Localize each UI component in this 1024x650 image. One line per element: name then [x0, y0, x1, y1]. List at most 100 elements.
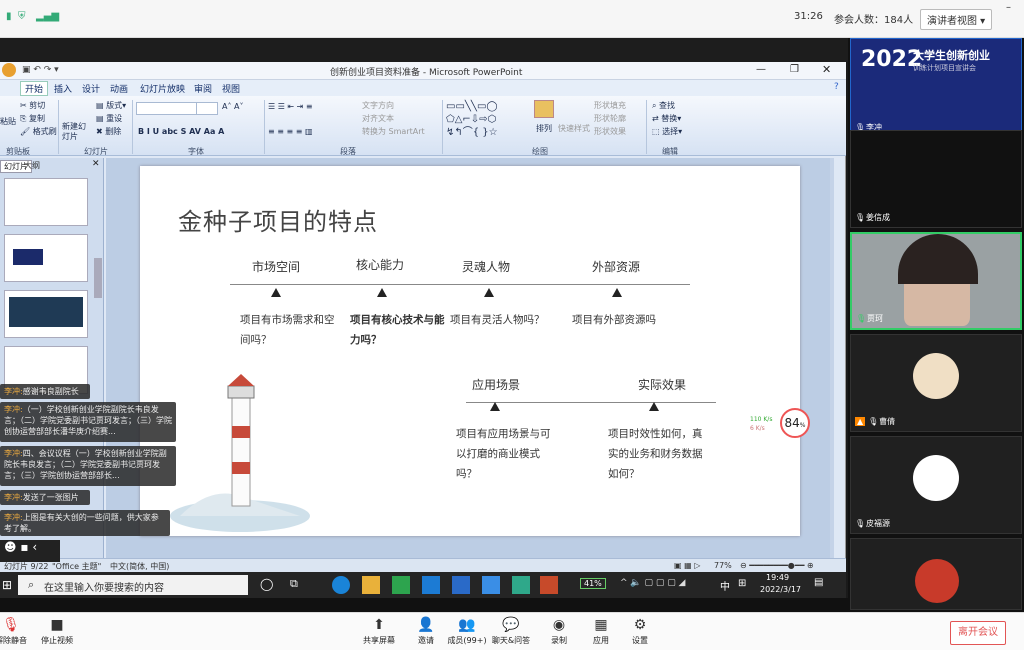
list-buttons[interactable]: ☰ ☰ ⇤ ⇥ ≡ [268, 102, 313, 111]
canvas-scrollbar[interactable] [830, 158, 834, 558]
host-badge-icon: ▲ [855, 417, 866, 426]
pane-scrollbar[interactable] [94, 258, 102, 298]
quick-access-icons[interactable]: ▣ ↶ ↷ ▾ [22, 65, 59, 75]
arrange-button[interactable]: 排列 [536, 123, 552, 134]
participant-tile[interactable]: 2022 大学生创新创业 训练计划项目宣讲会 🎙 李冲 [850, 38, 1022, 136]
edge-icon[interactable] [332, 576, 350, 594]
pane-tab-outline[interactable]: 大纲 [24, 160, 40, 171]
view-mode-button[interactable]: 演讲者视图 ▾ [920, 9, 993, 30]
tab-home[interactable]: 开始 [20, 81, 49, 96]
view-buttons[interactable]: ▣ ▦ ▷ [674, 561, 700, 570]
zoom-slider[interactable]: ⊖ ━━━━━━━━●━━ ⊕ [740, 561, 814, 570]
members-button[interactable]: 👥 成员(99+) [442, 615, 492, 646]
slide-thumbnail[interactable] [4, 290, 88, 338]
shapes-gallery[interactable]: ▭▭╲╲▭◯ ⬠△⌐⇩⇨⬡ ↯↰⌒{ }☆ [446, 100, 526, 139]
slide-thumbnail[interactable] [4, 178, 88, 226]
cube-app-icon[interactable] [512, 576, 530, 594]
folder-icon[interactable] [362, 576, 380, 594]
font-size-select[interactable] [196, 102, 218, 115]
participant-tile[interactable]: 🎙 贾珂 [850, 232, 1022, 330]
participant-tile[interactable]: 🎙 皮福源 [850, 436, 1022, 534]
quick-styles-button[interactable]: 快速样式 [558, 123, 590, 134]
layout-button[interactable]: ▤ 版式▾ [96, 100, 126, 111]
office-button-icon[interactable] [2, 63, 16, 77]
font-format-buttons[interactable]: B I U abc S AV Aa A [138, 127, 224, 136]
format-painter-button[interactable]: 🖌 格式刷 [20, 126, 57, 137]
window-minimize-icon[interactable]: — [756, 64, 766, 75]
grow-font-icon[interactable]: A˄ A˅ [222, 102, 244, 111]
stop-video-button[interactable]: ■ 停止视频 [32, 615, 82, 646]
gear-icon: ⚙ [633, 617, 647, 633]
smartart-button[interactable]: 转换为 SmartArt [362, 126, 425, 137]
arrange-icon[interactable] [534, 100, 554, 118]
pane-close-icon[interactable]: ✕ [92, 159, 100, 169]
chat-sender: 李冲: [4, 449, 23, 458]
ime-indicator[interactable]: 中 [720, 578, 730, 593]
shape-effects-button[interactable]: 形状效果 [594, 126, 626, 137]
shape-outline-button[interactable]: 形状轮廓 [594, 113, 626, 124]
cortana-icon[interactable]: ◯ [260, 577, 273, 591]
participant-tile[interactable]: ▲ 🎙 曹倩 [850, 334, 1022, 432]
chat-text: （一）学校创新创业学院副院长韦良发言；（二）学院党委副书记贾珂发言；（三）学院创… [4, 405, 172, 436]
share-screen-button[interactable]: ⬆ 共享屏幕 [354, 615, 404, 646]
notification-icon[interactable]: ▤ [814, 577, 823, 588]
settings-button[interactable]: ⚙ 设置 [615, 615, 665, 646]
net-up-speed: 110 K/s [750, 416, 773, 423]
tab-animation[interactable]: 动画 [110, 82, 128, 95]
tray-icons[interactable]: ^ 🔈 ▢ ▢ ▢ ◢ [620, 578, 685, 588]
delete-button[interactable]: ✖ 删除 [96, 126, 121, 137]
keyboard-icon[interactable]: ⊞ [738, 578, 746, 589]
tab-insert[interactable]: 插入 [54, 82, 72, 95]
tab-view[interactable]: 视图 [222, 82, 240, 95]
task-view-icon[interactable]: ⧉ [290, 577, 298, 591]
taskbar-time: 19:49 [766, 573, 790, 582]
cut-button[interactable]: ✂ 剪切 [20, 100, 45, 111]
new-slide-button[interactable]: 新建幻灯片 [62, 122, 90, 142]
search-icon: ⌕ [28, 578, 35, 591]
thumb-image [9, 297, 83, 327]
record-label: 录制 [551, 636, 567, 645]
find-button[interactable]: ⌕ 查找 [652, 100, 675, 111]
leave-meeting-button[interactable]: 离开会议 [950, 621, 1006, 645]
replace-button[interactable]: ⇄ 替换▾ [652, 113, 681, 124]
copy-button[interactable]: ⎘ 复制 [20, 113, 45, 124]
cpu-value: 84 [784, 416, 800, 430]
emoji-icon[interactable]: ☻ [4, 540, 17, 554]
align-text-button[interactable]: 对齐文本 [362, 113, 394, 124]
chat-toolbar[interactable]: ☻ ▪ ‹ [0, 540, 60, 562]
arrow-marker [271, 288, 281, 297]
chevron-left-icon[interactable]: ‹ [32, 540, 37, 554]
help-icon[interactable]: ? [834, 82, 839, 92]
minimize-icon[interactable]: – [1006, 2, 1011, 13]
group-font: 字体 [188, 147, 204, 156]
windows-start-icon[interactable]: ⊞ [2, 578, 12, 592]
select-button[interactable]: ⬚ 选择▾ [652, 126, 682, 137]
player-icon[interactable] [392, 576, 410, 594]
taskbar-search-input[interactable]: 在这里输入你要搜索的内容 [18, 575, 248, 595]
reset-label: 重设 [106, 114, 123, 123]
slide-thumbnail[interactable] [4, 234, 88, 282]
share-screen-label: 共享屏幕 [363, 636, 395, 645]
unmute-button[interactable]: 🎙 解除静音 [0, 615, 36, 646]
tab-review[interactable]: 审阅 [194, 82, 212, 95]
reset-button[interactable]: ▤ 重设 [96, 113, 122, 124]
window-restore-icon[interactable]: ❐ [790, 64, 799, 75]
participant-tile[interactable]: 🎙 姜信成 [850, 130, 1022, 228]
tab-design[interactable]: 设计 [82, 82, 100, 95]
chat-bubble-icon[interactable]: ▪ [20, 540, 28, 554]
text-direction-button[interactable]: 文字方向 [362, 100, 394, 111]
window-close-icon[interactable]: ✕ [822, 63, 831, 76]
meeting-app-icon[interactable] [482, 576, 500, 594]
arrow-marker [377, 288, 387, 297]
chat-message: 李冲:上图是有关大创的一些问题，供大家参考了解。 [0, 510, 170, 536]
chat-qa-button[interactable]: 💬 聊天&问答 [486, 615, 536, 646]
powerpoint-icon[interactable] [540, 576, 558, 594]
align-buttons[interactable]: ≡ ≡ ≡ ≡ ▥ [268, 127, 313, 136]
paste-button[interactable]: 粘贴 [0, 116, 16, 127]
app-icon[interactable] [422, 576, 440, 594]
participant-tile[interactable] [850, 538, 1022, 610]
arrow-marker [484, 288, 494, 297]
shape-fill-button[interactable]: 形状填充 [594, 100, 626, 111]
mail-icon[interactable] [452, 576, 470, 594]
tab-slideshow[interactable]: 幻灯片放映 [140, 82, 185, 95]
